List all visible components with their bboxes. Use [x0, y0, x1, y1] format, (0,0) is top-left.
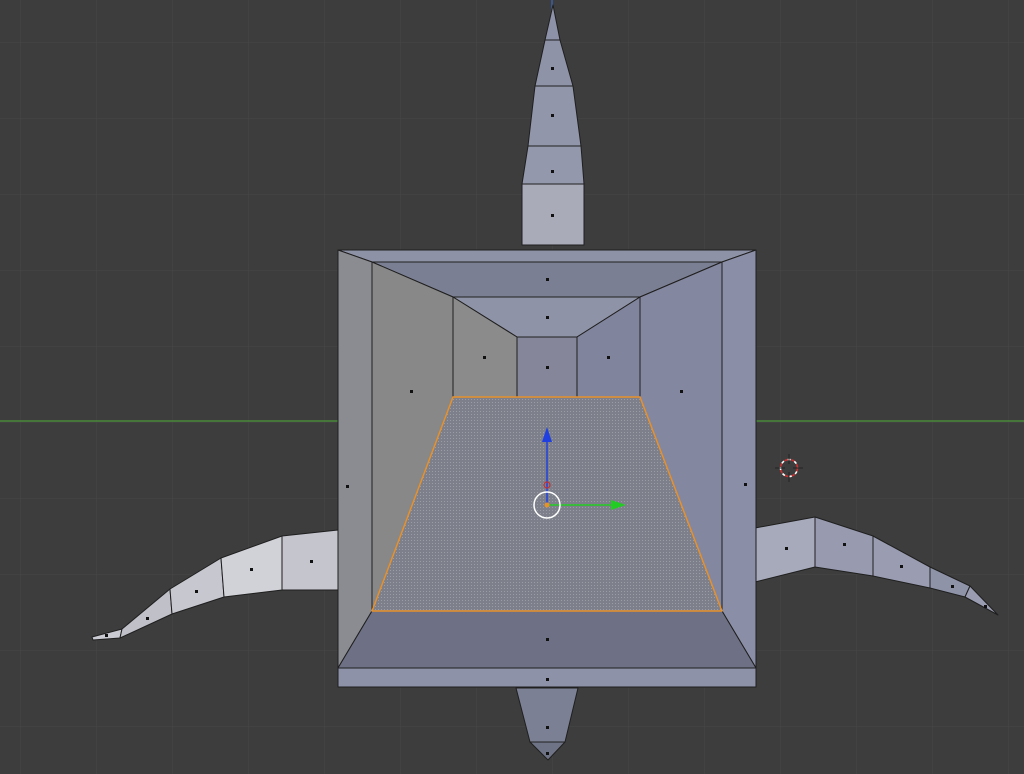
3d-viewport[interactable]	[0, 0, 1024, 774]
viewport-canvas[interactable]	[0, 0, 1024, 774]
pivot-point-icon	[544, 502, 550, 508]
